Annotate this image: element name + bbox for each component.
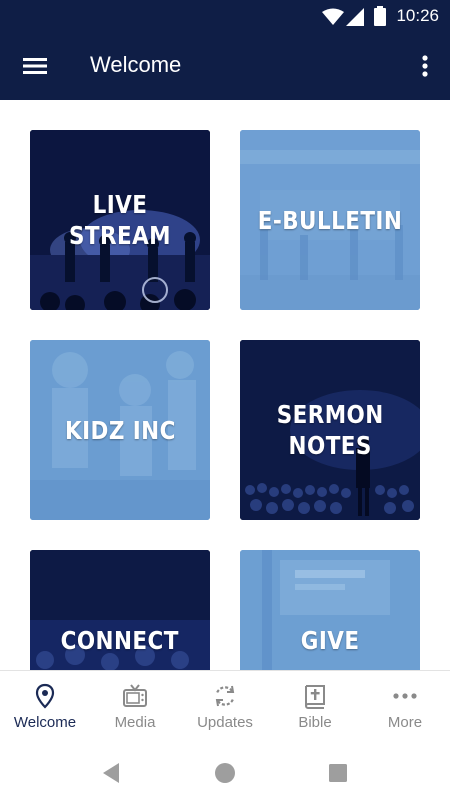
tile-e-bulletin[interactable]: E-BULLETIN xyxy=(240,130,420,310)
nav-welcome[interactable]: Welcome xyxy=(0,671,90,747)
battery-icon xyxy=(374,6,386,26)
nav-label: Bible xyxy=(298,714,332,731)
home-icon[interactable] xyxy=(212,760,238,786)
status-bar: 10:26 xyxy=(0,0,450,32)
nav-updates[interactable]: Updates xyxy=(180,671,270,747)
nav-label: Media xyxy=(114,714,156,731)
overflow-menu-icon[interactable] xyxy=(418,52,432,80)
tile-grid: LIVE STREAM E-BULLETIN KIDZ INC SERMON N… xyxy=(0,100,450,670)
system-navigation-bar xyxy=(0,746,450,800)
more-horizontal-icon xyxy=(393,693,417,699)
tile-connect[interactable]: CONNECT xyxy=(30,550,210,670)
nav-label: Updates xyxy=(197,714,253,731)
nav-more[interactable]: More xyxy=(360,671,450,747)
nav-label: More xyxy=(387,714,423,731)
tile-kidz-inc[interactable]: KIDZ INC xyxy=(30,340,210,520)
page-title: Welcome xyxy=(90,52,182,77)
hamburger-menu-icon[interactable] xyxy=(18,52,52,80)
back-icon[interactable] xyxy=(99,760,125,786)
tile-label: KIDZ INC xyxy=(64,415,176,445)
bottom-navigation: Welcome Media Updates Bible More xyxy=(0,670,450,746)
wifi-icon xyxy=(322,8,344,25)
tile-label: LIVE STREAM xyxy=(68,190,172,250)
cellular-signal-icon xyxy=(346,8,364,26)
bible-icon xyxy=(305,685,325,709)
nav-media[interactable]: Media xyxy=(90,671,180,747)
nav-bible[interactable]: Bible xyxy=(270,671,360,747)
tile-label: GIVE xyxy=(300,625,360,655)
tile-label: CONNECT xyxy=(60,625,180,655)
location-pin-icon xyxy=(35,683,55,709)
status-time: 10:26 xyxy=(396,6,439,25)
tile-live-stream[interactable]: LIVE STREAM xyxy=(30,130,210,310)
app-bar: Welcome xyxy=(0,32,450,100)
refresh-icon xyxy=(215,685,235,707)
tv-icon xyxy=(123,684,147,707)
tile-sermon-notes[interactable]: SERMON NOTES xyxy=(240,340,420,520)
recents-icon[interactable] xyxy=(325,760,351,786)
nav-label: Welcome xyxy=(13,714,77,731)
tile-label: E-BULLETIN xyxy=(257,205,403,235)
tile-give[interactable]: GIVE xyxy=(240,550,420,670)
tile-label: SERMON NOTES xyxy=(276,400,384,460)
